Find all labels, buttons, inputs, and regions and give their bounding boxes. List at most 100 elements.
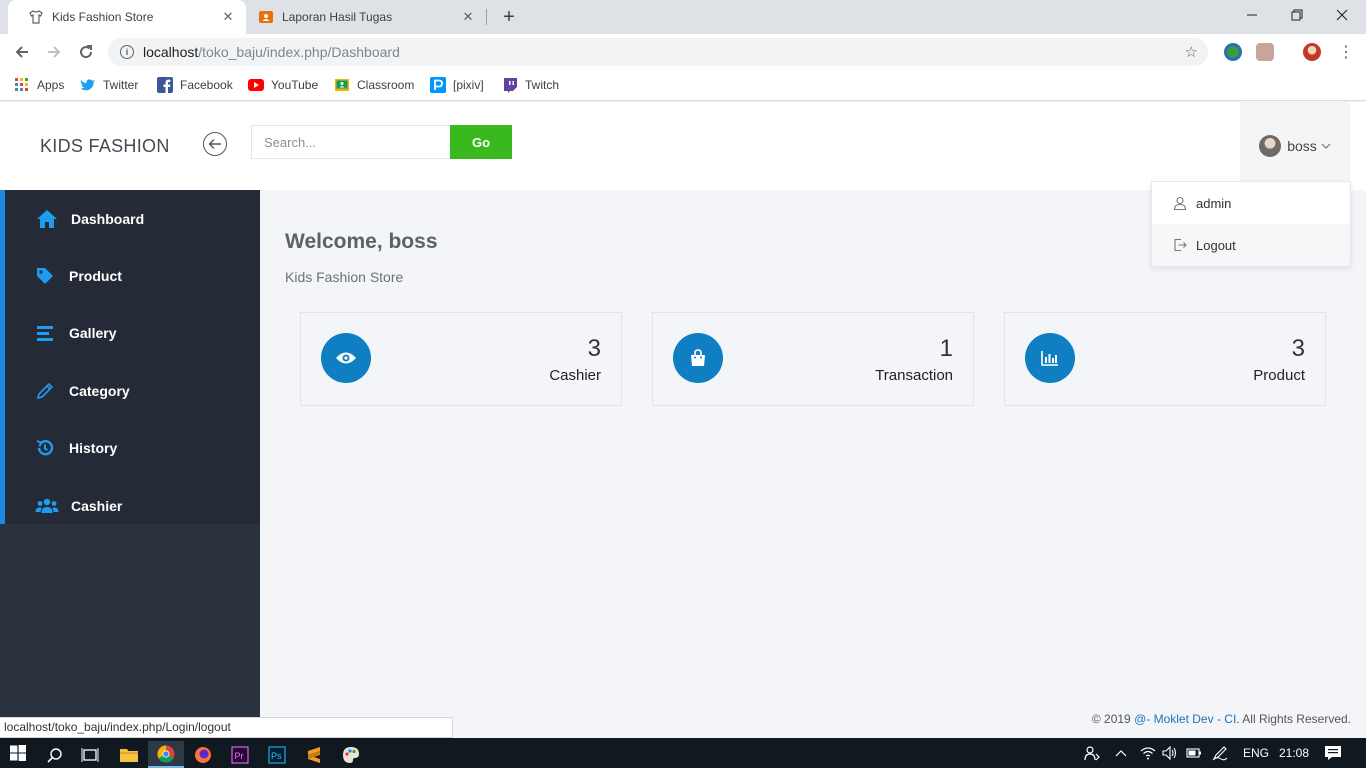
bookmark-youtube[interactable]: YouTube xyxy=(248,76,318,94)
windows-start-icon[interactable] xyxy=(0,738,36,768)
minimize-button[interactable] xyxy=(1230,0,1274,30)
close-icon[interactable]: ✕ xyxy=(460,9,476,25)
user-dropdown-menu: admin Logout xyxy=(1151,181,1351,267)
notifications-icon[interactable] xyxy=(1324,738,1342,768)
extension-pdf-icon[interactable] xyxy=(1256,43,1274,61)
profile-avatar-icon[interactable] xyxy=(1303,43,1321,61)
language-indicator[interactable]: ENG xyxy=(1243,738,1269,768)
volume-icon[interactable] xyxy=(1162,738,1178,768)
stat-label: Cashier xyxy=(549,367,601,384)
footer-copyright: © 2019 xyxy=(1091,712,1135,726)
brand-logo[interactable]: KIDS FASHION xyxy=(40,136,170,157)
forward-button[interactable] xyxy=(42,40,66,64)
bookmark-twitch[interactable]: Twitch xyxy=(502,76,559,94)
bookmark-pixiv[interactable]: [pixiv] xyxy=(430,76,484,94)
paint-icon[interactable] xyxy=(333,741,369,768)
restore-button[interactable] xyxy=(1275,0,1319,30)
sidebar-item-product[interactable]: Product xyxy=(5,247,260,304)
home-icon xyxy=(35,207,59,231)
close-icon[interactable]: ✕ xyxy=(220,9,236,25)
stat-card-product: 3 Product xyxy=(1004,312,1326,406)
stat-label: Product xyxy=(1253,367,1305,384)
photoshop-icon[interactable]: Ps xyxy=(259,741,295,768)
footer: © 2019 @- Moklet Dev - CI. All Rights Re… xyxy=(1092,712,1351,726)
new-tab-button[interactable]: + xyxy=(498,6,520,28)
user-icon xyxy=(1172,195,1188,211)
history-icon xyxy=(33,436,57,460)
pen-ink-icon[interactable] xyxy=(1212,738,1228,768)
bookmark-label: Twitter xyxy=(103,78,139,92)
bookmark-twitter[interactable]: Twitter xyxy=(80,76,138,94)
user-menu-toggle[interactable]: boss xyxy=(1240,102,1350,190)
main-content: Welcome, boss Kids Fashion Store 3 Cashi… xyxy=(260,190,1366,738)
task-view-icon[interactable] xyxy=(72,741,108,768)
sidebar-item-cashier[interactable]: Cashier xyxy=(5,477,260,534)
tab-laporan-hasil-tugas[interactable]: Laporan Hasil Tugas ✕ xyxy=(248,0,486,34)
tag-icon xyxy=(33,264,57,288)
bookmark-label: Apps xyxy=(37,78,65,92)
shopping-bag-icon xyxy=(691,349,705,366)
battery-icon[interactable] xyxy=(1186,738,1202,768)
wifi-icon[interactable] xyxy=(1140,738,1156,768)
info-icon[interactable]: i xyxy=(120,45,134,59)
bookmark-label: YouTube xyxy=(271,78,319,92)
dropdown-item-label: Logout xyxy=(1196,237,1236,253)
url-text: localhost/toko_baju/index.php/Dashboard xyxy=(143,44,400,60)
tab-separator xyxy=(486,9,487,25)
file-explorer-icon[interactable] xyxy=(111,741,147,768)
stat-value: 3 xyxy=(587,335,601,362)
clock[interactable]: 21:08 xyxy=(1279,738,1309,768)
dropdown-item-logout[interactable]: Logout xyxy=(1152,224,1350,266)
firefox-icon[interactable] xyxy=(185,741,221,768)
user-name: boss xyxy=(1287,138,1317,154)
users-icon xyxy=(35,494,59,518)
close-window-button[interactable] xyxy=(1320,0,1364,30)
footer-rights: . All Rights Reserved. xyxy=(1236,712,1351,726)
chevron-up-icon[interactable] xyxy=(1115,738,1127,768)
bookmark-label: Twitch xyxy=(525,78,560,92)
extension-globe-icon[interactable] xyxy=(1224,43,1242,61)
bookmark-apps[interactable]: Apps xyxy=(14,76,64,94)
menu-kebab-icon[interactable]: ⋮ xyxy=(1334,40,1358,64)
back-button[interactable] xyxy=(10,40,34,64)
pixiv-icon xyxy=(430,77,446,93)
bookmark-star-icon[interactable]: ☆ xyxy=(1185,43,1198,61)
search-input[interactable] xyxy=(251,125,450,159)
link-status-bubble: localhost/toko_baju/index.php/Login/logo… xyxy=(0,717,453,738)
facebook-icon xyxy=(157,77,173,93)
bookmark-label: [pixiv] xyxy=(453,78,484,92)
sidebar-toggle-button[interactable] xyxy=(203,132,227,156)
sidebar-item-label: Gallery xyxy=(69,325,117,342)
go-button[interactable]: Go xyxy=(450,125,512,159)
search-icon[interactable] xyxy=(37,741,73,768)
chevron-down-icon xyxy=(1321,141,1331,152)
sidebar-item-gallery[interactable]: Gallery xyxy=(5,305,260,362)
avatar xyxy=(1259,135,1282,157)
tab-title: Laporan Hasil Tugas xyxy=(282,10,393,24)
sidebar-item-dashboard[interactable]: Dashboard xyxy=(5,190,260,247)
bookmark-classroom[interactable]: Classroom xyxy=(334,76,414,94)
sidebar-item-label: Category xyxy=(69,382,130,399)
footer-link[interactable]: @- Moklet Dev - CI xyxy=(1134,712,1236,726)
sidebar-item-history[interactable]: History xyxy=(5,420,260,477)
sidebar-item-category[interactable]: Category xyxy=(5,362,260,419)
sidebar-menu: Dashboard Product Gallery Category Histo… xyxy=(0,190,260,524)
sublime-text-icon[interactable] xyxy=(296,741,332,768)
stat-icon-circle xyxy=(673,333,723,383)
dropdown-item-admin[interactable]: admin xyxy=(1152,182,1350,224)
bookmarks-bar: Apps Twitter Facebook YouTube Classroom … xyxy=(0,70,1366,101)
apps-grid-icon xyxy=(14,77,30,93)
people-icon[interactable] xyxy=(1084,738,1100,768)
address-bar[interactable]: i localhost/toko_baju/index.php/Dashboar… xyxy=(108,38,1208,66)
premiere-icon[interactable]: Pr xyxy=(222,741,258,768)
browser-toolbar: i localhost/toko_baju/index.php/Dashboar… xyxy=(0,34,1366,70)
svg-text:Pr: Pr xyxy=(235,751,244,761)
reload-button[interactable] xyxy=(74,40,98,64)
tab-kids-fashion-store[interactable]: Kids Fashion Store ✕ xyxy=(8,0,246,34)
svg-text:Ps: Ps xyxy=(271,751,282,761)
browser-tab-strip: Kids Fashion Store ✕ Laporan Hasil Tugas… xyxy=(0,0,1366,34)
chrome-icon[interactable] xyxy=(148,741,184,768)
stat-icon-circle xyxy=(321,333,371,383)
stat-value: 1 xyxy=(939,335,953,362)
bookmark-facebook[interactable]: Facebook xyxy=(157,76,233,94)
